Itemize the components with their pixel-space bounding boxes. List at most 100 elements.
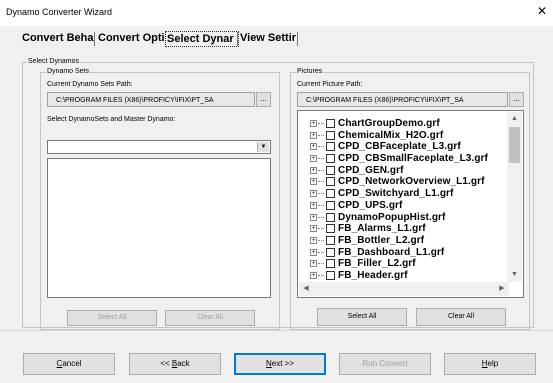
scroll-down-icon[interactable]: ▼ (507, 268, 522, 282)
dynamo-sets-browse-button[interactable]: ... (256, 92, 271, 107)
tree-connector (318, 123, 324, 124)
tree-checkbox[interactable] (326, 189, 335, 199)
tree-item[interactable]: + CPD_CBFaceplate_L3.grf (310, 141, 520, 153)
picture-path-field[interactable]: C:\PROGRAM FILES (X86)\PROFICY\IFIX\PT_S… (297, 92, 508, 107)
tree-item[interactable]: + FB_Bottler_L2.grf (310, 235, 520, 247)
tab-select-dynamos[interactable]: Select Dynar (165, 31, 239, 47)
tab-separator (297, 32, 298, 46)
tree-checkbox[interactable] (326, 154, 335, 164)
tree-item-label: CPD_CBFaceplate_L3.grf (338, 141, 461, 153)
plus-box-icon[interactable]: + (310, 120, 317, 127)
plus-box-icon[interactable]: + (310, 178, 317, 186)
tree-item[interactable]: + ChartGroupDemo.grf (310, 118, 520, 130)
dynamo-sets-path-field[interactable]: C:\PROGRAM FILES (X86)\PROFICY\IFIX\PT_S… (47, 92, 255, 107)
tree-item-label: CPD_UPS.grf (338, 199, 403, 211)
run-convert-button[interactable]: Run Convert (339, 353, 431, 375)
plus-box-icon[interactable]: + (310, 271, 317, 279)
chevron-down-icon[interactable]: ▼ (257, 142, 269, 152)
tree-item-label: CPD_NetworkOverview_L1.grf (338, 176, 485, 188)
scroll-right-icon[interactable]: ▶ (495, 282, 509, 296)
tree-item[interactable]: + FB_Dashboard_L1.grf (310, 247, 520, 259)
tree-checkbox[interactable] (326, 224, 335, 234)
tree-checkbox[interactable] (326, 142, 335, 152)
next-button[interactable]: Next >> (234, 353, 326, 375)
tree-connector (318, 263, 324, 265)
tab-view-settings[interactable]: View Settir (240, 30, 300, 47)
tree-item-label: CPD_Switchyard_L1.grf (338, 188, 454, 200)
picture-select-all-button[interactable]: Select All (317, 308, 407, 326)
tree-checkbox[interactable] (326, 177, 335, 187)
plus-box-icon[interactable]: + (310, 213, 317, 221)
picture-clear-all-button[interactable]: Clear All (416, 308, 506, 326)
tree-checkbox[interactable] (326, 259, 335, 269)
tree-item[interactable]: + ChemicalMix_H2O.grf (310, 130, 520, 142)
tree-item[interactable]: + CPD_Switchyard_L1.grf (310, 188, 520, 200)
back-button[interactable]: << Back (129, 353, 221, 375)
tree-checkbox[interactable] (326, 119, 335, 128)
tree-item-label: FB_Dashboard_L1.grf (338, 246, 445, 258)
plus-box-icon[interactable]: + (310, 225, 317, 233)
tab-separator (237, 32, 238, 46)
tree-connector (318, 146, 324, 148)
separator (0, 330, 553, 331)
plus-box-icon[interactable]: + (310, 260, 317, 268)
tree-item[interactable]: + FB_Alarms_L1.grf (310, 223, 520, 235)
tree-checkbox[interactable] (326, 130, 335, 140)
tree-item-label: DynamoPopupHist.grf (338, 211, 446, 223)
scroll-left-icon[interactable]: ◀ (299, 282, 313, 296)
tree-item[interactable]: + CPD_UPS.grf (310, 200, 520, 212)
plus-box-icon[interactable]: + (310, 190, 317, 198)
title-bar: Dynamo Converter Wizard ✕ (0, 0, 553, 26)
tree-connector (318, 134, 324, 136)
tree-item[interactable]: + CPD_NetworkOverview_L1.grf (310, 176, 520, 188)
cancel-button[interactable]: Cancel (23, 353, 115, 375)
tree-connector (318, 228, 324, 230)
tree-checkbox[interactable] (326, 212, 335, 222)
help-button[interactable]: Help (444, 353, 536, 375)
horizontal-scrollbar[interactable]: ◀ ▶ (299, 282, 509, 296)
scroll-thumb[interactable] (509, 127, 520, 163)
plus-box-icon[interactable]: + (310, 166, 317, 174)
tree-item[interactable]: + CPD_GEN.grf (310, 165, 520, 177)
master-dynamo-combo[interactable]: ▼ (47, 140, 271, 154)
tree-item[interactable]: + FB_Header.grf (310, 270, 520, 282)
tree-checkbox[interactable] (326, 247, 335, 257)
plus-box-icon[interactable]: + (310, 236, 317, 244)
dynamo-sets-label: Dynamo Sets (46, 68, 91, 76)
plus-box-icon[interactable]: + (310, 201, 317, 209)
tree-connector (318, 216, 324, 218)
tab-convert-options[interactable]: Convert Opti (98, 30, 164, 47)
tree-connector (318, 204, 324, 206)
dynamo-select-all-button[interactable]: Select All (67, 310, 157, 326)
tree-connector (318, 181, 324, 183)
picture-path-browse-button[interactable]: ... (509, 92, 524, 107)
tree-checkbox[interactable] (326, 270, 335, 280)
pictures-label: Pictures (296, 68, 324, 76)
window-title: Dynamo Converter Wizard (6, 7, 113, 17)
pictures-tree-items: + ChartGroupDemo.grf + ChemicalMix_H2O.grf +… (310, 118, 520, 282)
dynamo-sets-list[interactable] (47, 158, 271, 298)
plus-box-icon[interactable]: + (310, 155, 317, 163)
tree-item-label: CPD_GEN.grf (338, 164, 404, 176)
tab-convert-behavior[interactable]: Convert Beha (22, 30, 94, 47)
tree-item[interactable]: + CPD_CBSmallFaceplate_L3.grf (310, 153, 520, 165)
dynamo-clear-all-button[interactable]: Clear All (165, 310, 255, 326)
picture-path-label: Current Picture Path: (297, 81, 363, 88)
close-icon[interactable]: ✕ (537, 5, 547, 17)
vertical-scrollbar[interactable]: ▲ ▼ (507, 112, 522, 282)
plus-box-icon[interactable]: + (310, 248, 317, 256)
dynamo-sets-path-label: Current Dynamo Sets Path: (47, 81, 133, 88)
scroll-up-icon[interactable]: ▲ (507, 112, 522, 126)
tree-item-label: ChemicalMix_H2O.grf (338, 129, 444, 141)
tree-connector (318, 193, 324, 195)
tree-item[interactable]: + DynamoPopupHist.grf (310, 212, 520, 224)
tree-checkbox[interactable] (326, 165, 335, 175)
plus-box-icon[interactable]: + (310, 131, 317, 139)
tree-checkbox[interactable] (326, 200, 335, 210)
tree-item[interactable]: + FB_Filler_L2.grf (310, 258, 520, 270)
pictures-tree[interactable]: + ChartGroupDemo.grf + ChemicalMix_H2O.grf +… (297, 110, 524, 298)
tree-checkbox[interactable] (326, 235, 335, 245)
dynamo-select-label: Select DynamoSets and Master Dynamo: (47, 116, 176, 123)
plus-box-icon[interactable]: + (310, 143, 317, 151)
tree-item-label: CPD_CBSmallFaceplate_L3.grf (338, 153, 488, 165)
